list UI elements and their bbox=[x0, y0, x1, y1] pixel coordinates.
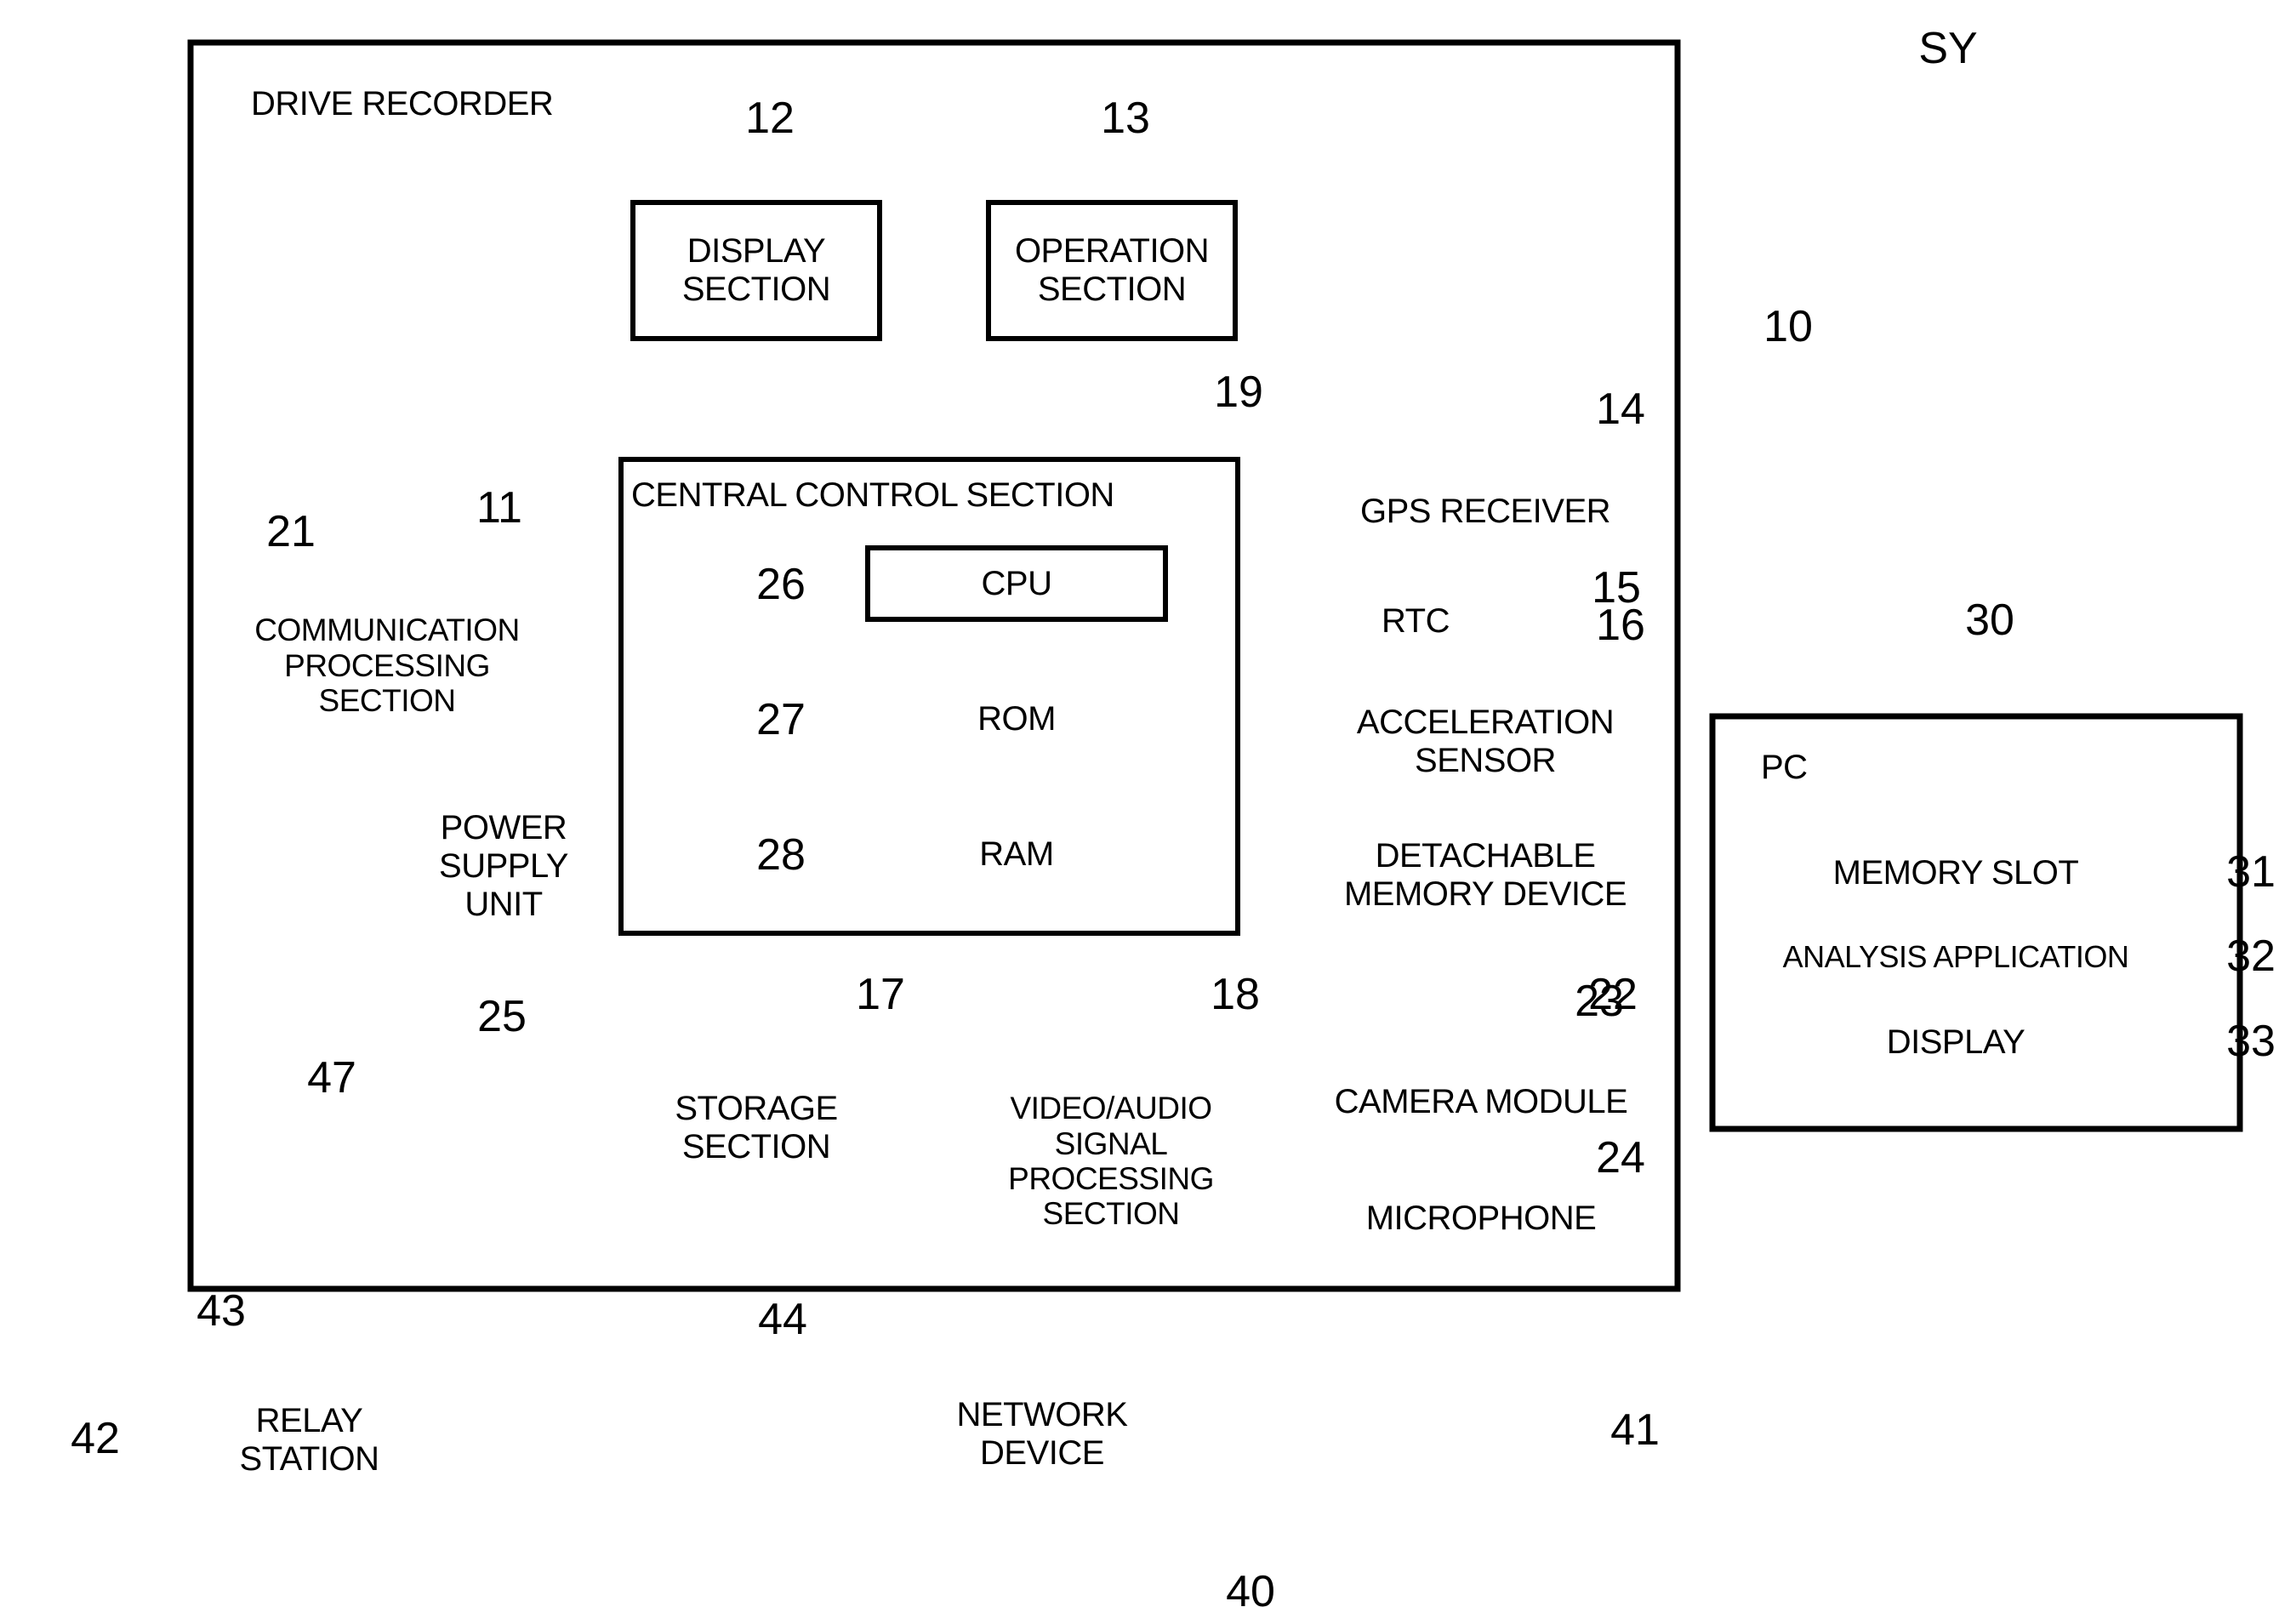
central-control-section-box bbox=[618, 457, 1240, 936]
cpu-box bbox=[865, 545, 1168, 622]
figure-canvas: SY DRIVE RECORDER 10 DISPLAY SECTION 12 … bbox=[0, 0, 2296, 1607]
block-diagram-svg bbox=[187, 39, 2243, 1292]
operation-section-box bbox=[986, 200, 1238, 341]
pc-outer-box bbox=[1709, 713, 2243, 1132]
display-section-box bbox=[630, 200, 882, 341]
